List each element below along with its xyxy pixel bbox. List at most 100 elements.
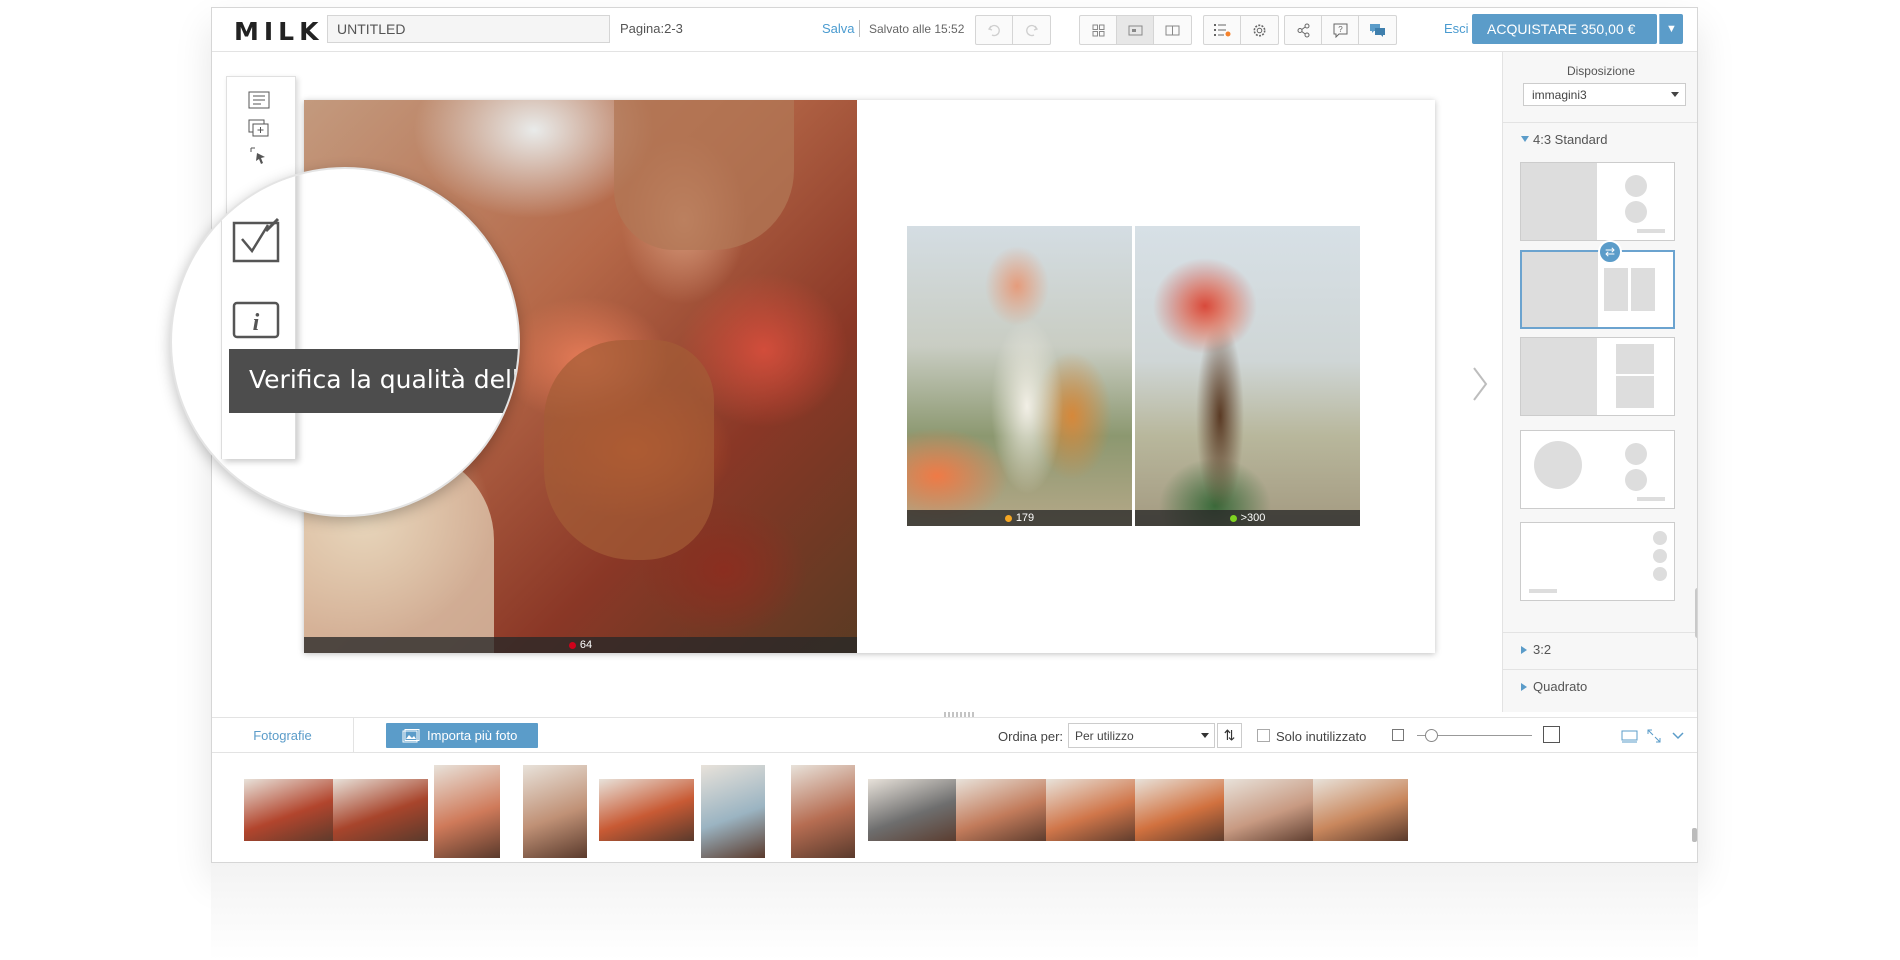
layout-option-1[interactable] (1520, 162, 1675, 241)
select-tool-button[interactable] (246, 145, 272, 167)
info-icon[interactable]: i (232, 301, 280, 344)
page-indicator: Pagina:2-3 (620, 21, 683, 36)
magnifier-callout: i Verifica la qualità delle im (170, 167, 520, 517)
thumb-11[interactable] (1135, 779, 1230, 841)
thumb-12[interactable] (1224, 779, 1319, 841)
buy-dropdown-button[interactable]: ▼ (1659, 14, 1683, 44)
filmstrip-view-icon[interactable] (1620, 727, 1638, 745)
spread-view-button[interactable] (1154, 16, 1191, 44)
layout-option-4[interactable] (1520, 430, 1675, 509)
sort-select[interactable]: Per utilizzo (1068, 723, 1215, 748)
photo-right-slot[interactable]: >300 (1135, 226, 1360, 526)
page-view-icon (1128, 25, 1142, 35)
unused-only-label: Solo inutilizzato (1276, 729, 1367, 744)
filmstrip-scrollbar[interactable] (1692, 828, 1697, 842)
thumb-3[interactable] (434, 765, 500, 858)
share-button[interactable] (1285, 16, 1322, 44)
section-square-header[interactable]: Quadrato (1503, 669, 1697, 701)
quality-check-icon[interactable] (232, 217, 284, 270)
layout-option-5[interactable] (1520, 522, 1675, 601)
sort-arrows-icon: ⇅ (1223, 727, 1236, 743)
saved-status: Salvato alle 15:52 (869, 22, 965, 36)
undo-redo-group (975, 15, 1051, 45)
grid-view-button[interactable] (1080, 16, 1117, 44)
checklist-icon (1214, 24, 1231, 37)
zoom-slider-handle[interactable] (1425, 729, 1438, 742)
thumb-2[interactable] (333, 779, 428, 841)
divider (859, 20, 860, 37)
undo-button[interactable] (976, 16, 1013, 44)
tooltip: Verifica la qualità delle im (229, 349, 518, 413)
svg-text:i: i (253, 310, 260, 336)
zoom-in-icon[interactable] (1543, 726, 1560, 743)
thumb-1[interactable] (244, 779, 339, 841)
section-standard-header[interactable]: 4:3 Standard (1503, 122, 1697, 154)
image-quality-badge: 64 (304, 637, 857, 653)
sort-label: Ordina per: (998, 729, 1064, 744)
magnified-toolbar: i (221, 169, 296, 459)
quality-value: 64 (579, 639, 593, 651)
thumb-9[interactable] (956, 779, 1051, 841)
exit-link[interactable]: Esci (1444, 21, 1469, 36)
chat-button[interactable] (1359, 16, 1396, 44)
zoom-out-icon[interactable] (1392, 729, 1404, 741)
text-icon (248, 91, 270, 109)
layout-select[interactable]: immagini3 (1523, 83, 1686, 106)
text-tool-button[interactable] (246, 89, 272, 111)
quality-value: 179 (1015, 512, 1035, 524)
layout-option-3[interactable] (1520, 337, 1675, 416)
next-page-arrow[interactable] (1466, 364, 1494, 404)
photo-filmstrip (212, 753, 1697, 862)
unused-only-checkbox[interactable] (1257, 729, 1270, 742)
import-photos-button[interactable]: Importa più foto (386, 723, 538, 748)
sort-direction-button[interactable]: ⇅ (1217, 723, 1242, 748)
project-title-input[interactable] (327, 15, 610, 43)
quality-dot-orange (1004, 514, 1012, 522)
collapse-panel-icon[interactable] (1669, 727, 1687, 745)
checklist-button[interactable] (1204, 16, 1241, 44)
thumb-13[interactable] (1313, 779, 1408, 841)
share-help-group: ? (1284, 15, 1397, 45)
buy-button[interactable]: ACQUISTARE 350,00 € (1472, 14, 1657, 44)
photo-bar: Fotografie Importa più foto Ordina per: … (212, 717, 1697, 753)
layout-select-value: immagini3 (1532, 88, 1587, 102)
image-quality-badge: 179 (907, 510, 1132, 526)
add-page-button[interactable] (246, 117, 272, 139)
swap-icon[interactable]: ⇄ (1598, 240, 1622, 264)
select-icon (250, 147, 265, 164)
expand-icon[interactable] (1645, 727, 1663, 745)
expanded-triangle-icon (1521, 136, 1529, 142)
collapsed-triangle-icon (1521, 646, 1527, 654)
chat-icon (1370, 23, 1385, 37)
help-icon: ? (1333, 23, 1347, 38)
settings-button[interactable] (1241, 16, 1278, 44)
photo-detail (544, 340, 714, 560)
thumb-5[interactable] (599, 779, 694, 841)
thumb-10[interactable] (1046, 779, 1141, 841)
photo-detail (614, 100, 794, 250)
help-button[interactable]: ? (1322, 16, 1359, 44)
grid-icon (1092, 24, 1104, 36)
redo-button[interactable] (1013, 16, 1050, 44)
thumb-7[interactable] (791, 765, 855, 858)
panel-scrollbar[interactable] (1695, 588, 1697, 638)
image-icon (402, 728, 420, 742)
save-link[interactable]: Salva (822, 21, 855, 36)
page-view-button[interactable] (1117, 16, 1154, 44)
top-bar: MILK Pagina:2-3 Salva Salvato alle 15:52 (212, 8, 1697, 52)
share-icon (1297, 23, 1309, 37)
thumb-6[interactable] (701, 765, 765, 858)
layout-option-2-selected[interactable]: ⇄ (1520, 240, 1675, 329)
section-32-header[interactable]: 3:2 (1503, 632, 1697, 664)
panel-title: Disposizione (1566, 64, 1636, 78)
sort-value: Per utilizzo (1075, 729, 1134, 743)
thumb-8[interactable] (868, 779, 963, 841)
milk-logo[interactable]: MILK (234, 17, 323, 46)
quality-dot-green (1229, 514, 1237, 522)
photo-left-slot[interactable]: 179 (907, 226, 1132, 526)
thumb-4[interactable] (523, 765, 587, 858)
tab-photos[interactable]: Fotografie (212, 718, 354, 753)
view-mode-group (1079, 15, 1192, 45)
chevron-down-icon (1201, 733, 1209, 738)
tools-group (1203, 15, 1279, 45)
